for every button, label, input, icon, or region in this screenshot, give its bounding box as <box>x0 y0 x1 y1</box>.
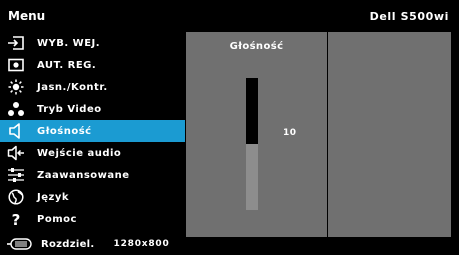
menu-title: Menu <box>8 9 46 23</box>
menu-item-label: AUT. REG. <box>37 59 97 71</box>
submenu-empty-panel <box>328 32 451 237</box>
menu-item-language[interactable]: Język <box>0 186 185 208</box>
help-question-icon: ? <box>6 211 26 227</box>
brightness-icon <box>6 79 26 95</box>
projector-osd: Menu Dell S500wi WYB. WEJ. AUT. REG. Jas… <box>0 0 459 255</box>
menu-item-label: Tryb Video <box>37 103 102 115</box>
menu-item-help[interactable]: ? Pomoc <box>0 208 185 230</box>
projector-model: Dell S500wi <box>369 9 449 23</box>
speaker-icon <box>6 123 26 139</box>
resolution-icon <box>6 238 32 250</box>
volume-slider[interactable] <box>246 78 258 210</box>
input-source-icon <box>6 35 26 51</box>
osd-footer: Rozdziel. 1280x800 <box>0 233 459 255</box>
menu-item-advanced[interactable]: Zaawansowane <box>0 164 185 186</box>
osd-main-menu: WYB. WEJ. AUT. REG. Jasn./Kontr. Tryb Vi… <box>0 32 185 230</box>
menu-item-label: Wejście audio <box>37 147 122 159</box>
auto-adjust-icon <box>6 57 26 73</box>
language-globe-icon <box>6 189 26 205</box>
volume-panel-title: Głośność <box>229 41 284 52</box>
menu-item-label: Jasn./Kontr. <box>37 81 108 93</box>
video-mode-icon <box>6 101 26 117</box>
menu-item-volume[interactable]: Głośność <box>0 120 185 142</box>
menu-item-video-mode[interactable]: Tryb Video <box>0 98 185 120</box>
menu-item-label: Język <box>37 191 69 203</box>
menu-item-audio-input[interactable]: Wejście audio <box>0 142 185 164</box>
osd-header: Menu Dell S500wi <box>0 0 459 32</box>
menu-item-label: WYB. WEJ. <box>37 37 101 49</box>
menu-item-brightness-contrast[interactable]: Jasn./Kontr. <box>0 76 185 98</box>
volume-panel: Głośność 10 <box>186 32 327 237</box>
menu-item-auto-adjust[interactable]: AUT. REG. <box>0 54 185 76</box>
osd-right-border <box>451 32 459 237</box>
volume-value: 10 <box>283 128 297 138</box>
svg-text:?: ? <box>12 211 21 227</box>
volume-slider-level <box>246 78 258 144</box>
menu-item-label: Pomoc <box>37 213 77 225</box>
resolution-value: 1280x800 <box>113 239 170 249</box>
advanced-settings-icon <box>6 167 26 183</box>
menu-item-input-select[interactable]: WYB. WEJ. <box>0 32 185 54</box>
menu-item-label: Głośność <box>37 125 92 137</box>
menu-item-label: Zaawansowane <box>37 169 130 181</box>
audio-input-icon <box>6 145 26 161</box>
resolution-label: Rozdziel. <box>41 238 95 250</box>
